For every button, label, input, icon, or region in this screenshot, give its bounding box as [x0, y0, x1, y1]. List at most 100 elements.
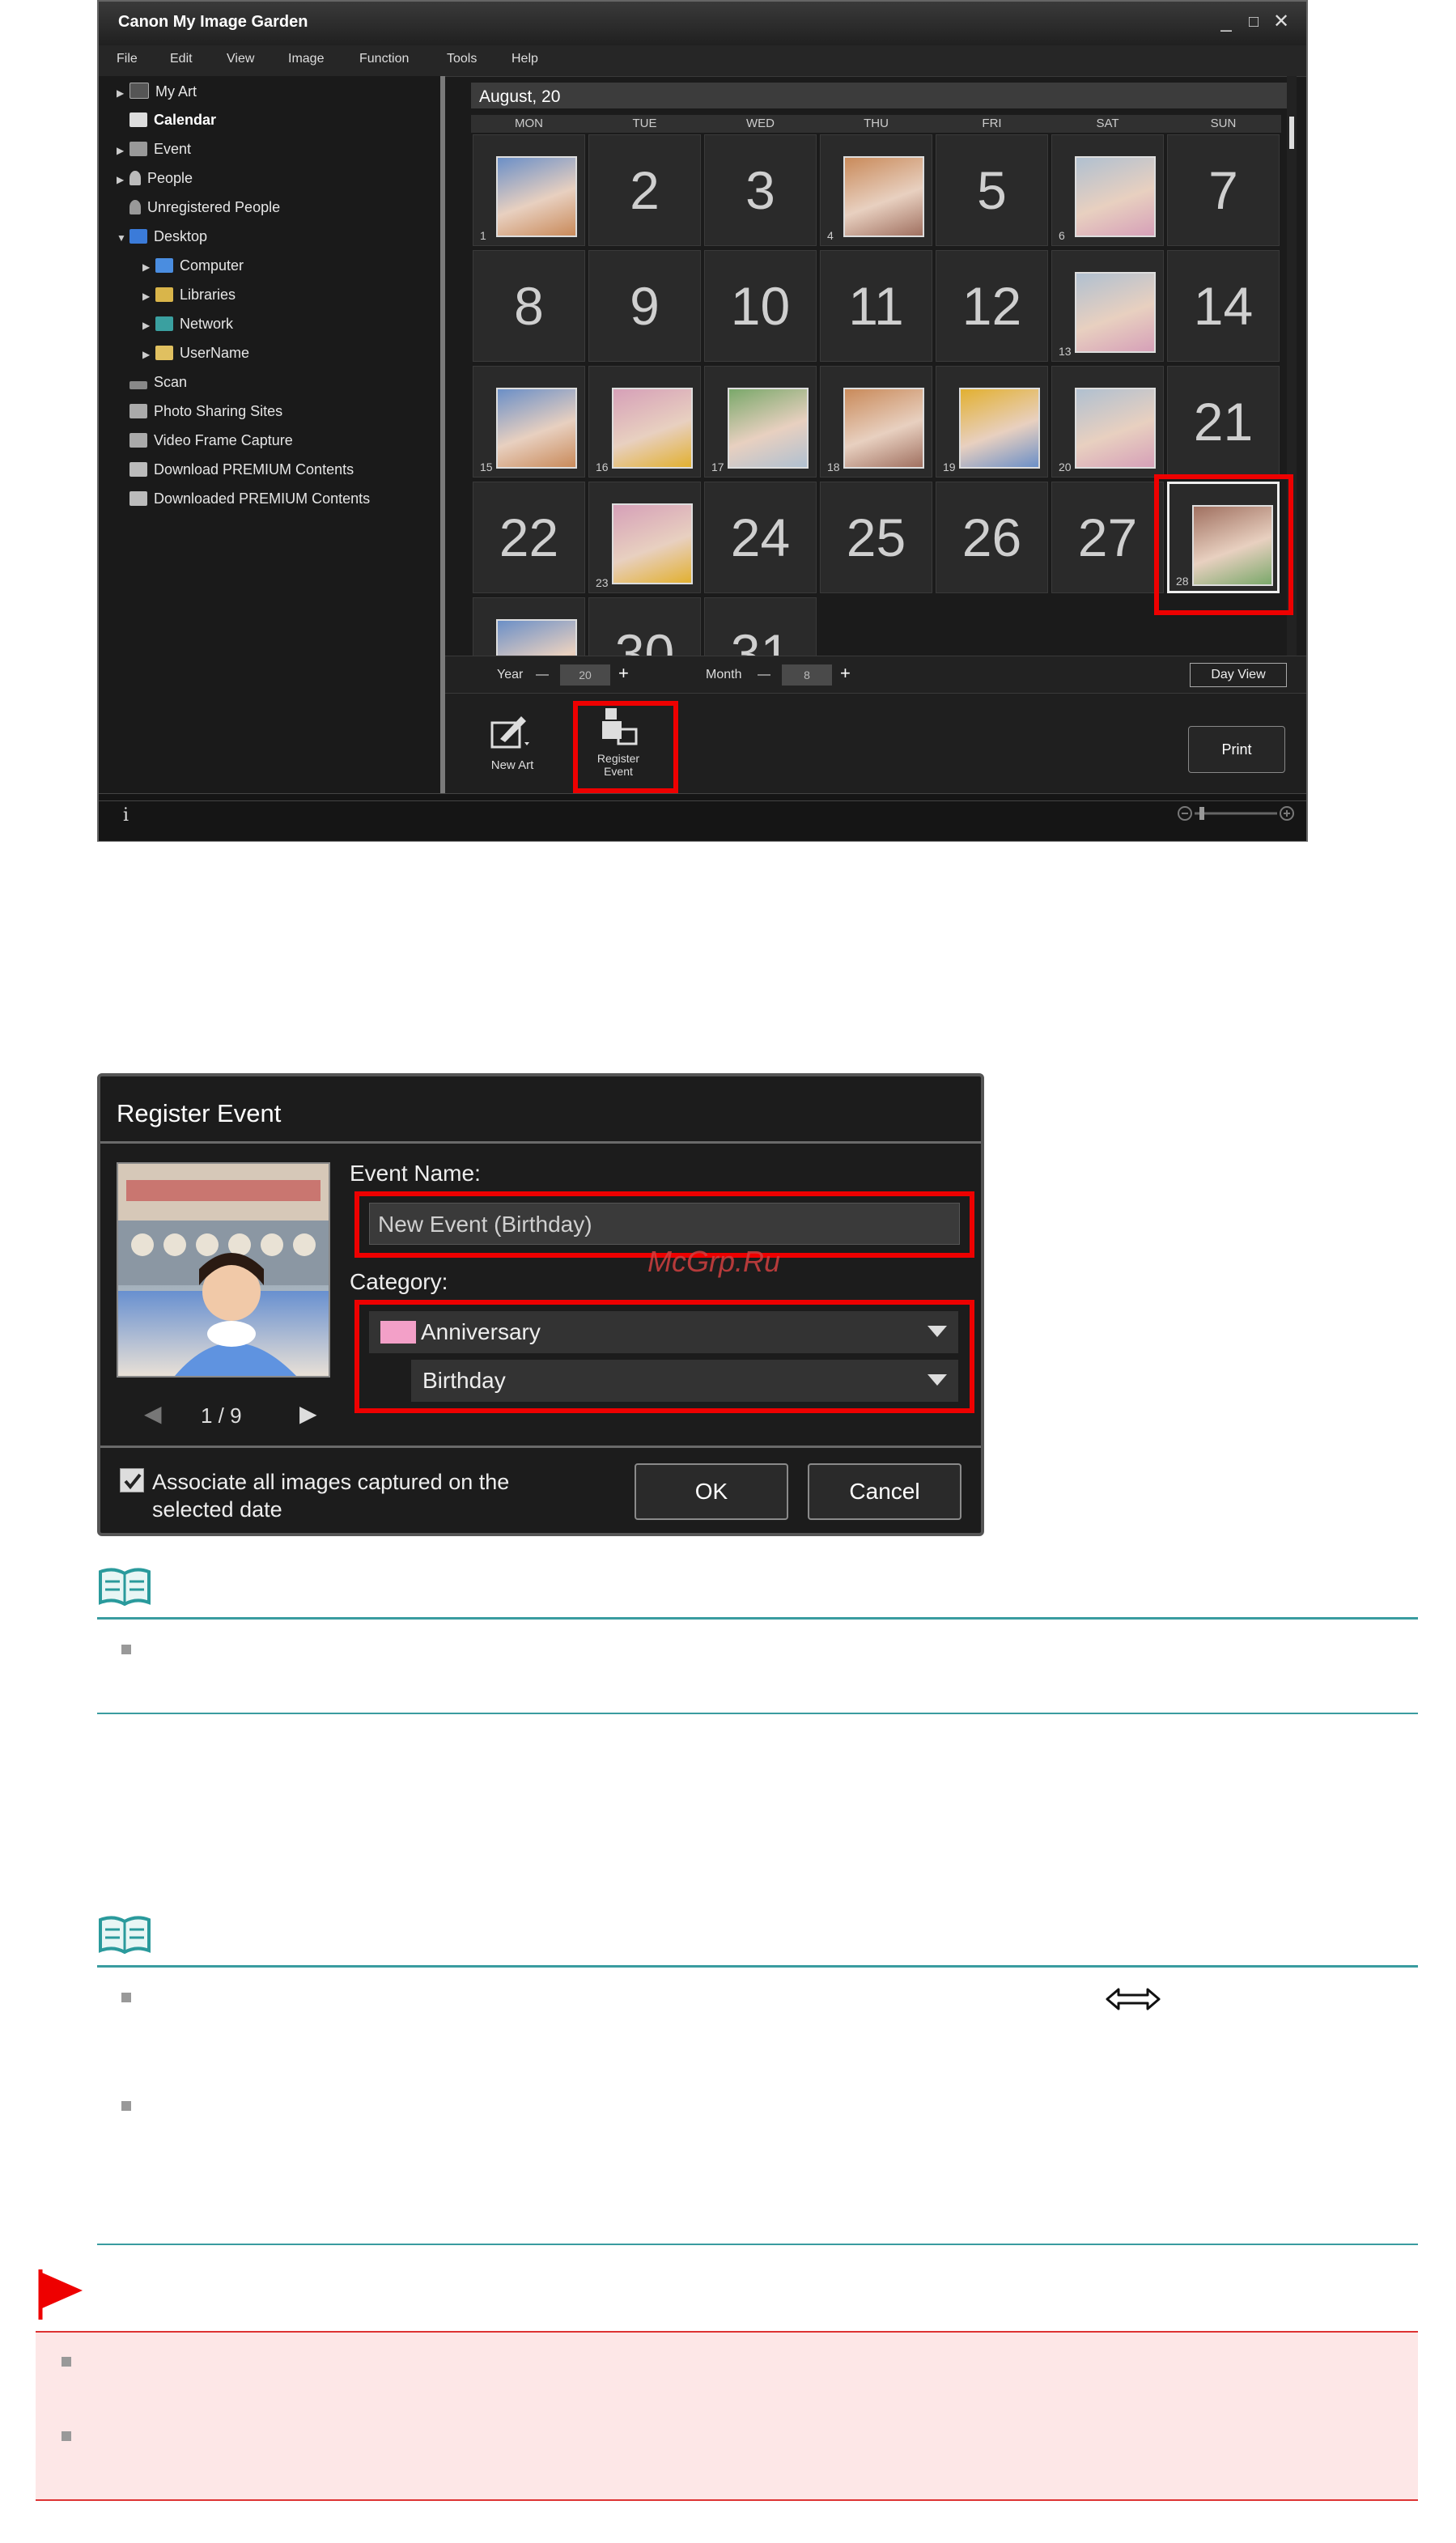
day-view-button[interactable]: Day View — [1190, 663, 1287, 687]
year-increment-button[interactable]: + — [618, 663, 629, 684]
sidebar-item-my-art[interactable]: ▶ My Art — [117, 83, 197, 110]
event-name-label: Event Name: — [350, 1161, 481, 1186]
day-photo-thumbnail[interactable] — [843, 388, 924, 469]
menu-function[interactable]: Function — [359, 52, 409, 66]
calendar-day-6[interactable]: 6 — [1051, 134, 1164, 246]
day-photo-thumbnail[interactable] — [496, 156, 577, 237]
ok-button[interactable]: OK — [635, 1463, 788, 1520]
status-bar: i — [99, 793, 1306, 841]
calendar-day-20[interactable]: 20 — [1051, 366, 1164, 478]
calendar-day-31[interactable]: 31 — [704, 597, 817, 656]
cancel-button[interactable]: Cancel — [808, 1463, 961, 1520]
day-number: 14 — [1193, 276, 1254, 336]
sidebar-item-people[interactable]: ▶ People — [117, 170, 193, 197]
sidebar-item-event[interactable]: ▶ Event — [117, 141, 191, 168]
day-photo-thumbnail[interactable] — [496, 388, 577, 469]
calendar-day-22[interactable]: 22 — [473, 482, 585, 593]
calendar-day-9[interactable]: 9 — [588, 250, 701, 362]
menu-view[interactable]: View — [227, 52, 254, 66]
sidebar-item-unregistered-people[interactable]: Unregistered People — [117, 199, 280, 227]
minimize-button[interactable]: _ — [1214, 10, 1238, 34]
scrollbar-thumb[interactable] — [1289, 117, 1294, 149]
dialog-footer-divider — [100, 1446, 981, 1448]
menu-image[interactable]: Image — [288, 52, 324, 66]
associate-checkbox[interactable] — [120, 1468, 144, 1492]
calendar-day-29[interactable]: 29 — [473, 597, 585, 656]
calendar-day-14[interactable]: 14 — [1167, 250, 1280, 362]
calendar-day-25[interactable]: 25 — [820, 482, 932, 593]
sidebar-item-libraries[interactable]: ▶ Libraries — [142, 287, 236, 314]
day-number: 21 — [1193, 392, 1254, 452]
day-photo-thumbnail[interactable] — [1075, 388, 1156, 469]
caution-bullet — [62, 2431, 71, 2441]
maximize-button[interactable]: □ — [1242, 10, 1266, 34]
calendar-day-11[interactable]: 11 — [820, 250, 932, 362]
sidebar-item-scan[interactable]: Scan — [117, 374, 187, 401]
previous-image-button[interactable]: ◀ — [144, 1400, 162, 1427]
sidebar-item-network[interactable]: ▶ Network — [142, 316, 233, 343]
menu-tools[interactable]: Tools — [447, 52, 477, 66]
sidebar-item-downloaded-premium[interactable]: Downloaded PREMIUM Contents — [117, 490, 370, 518]
month-increment-button[interactable]: + — [840, 663, 851, 684]
sidebar-item-username[interactable]: ▶ UserName — [142, 345, 249, 372]
print-button[interactable]: Print — [1188, 726, 1285, 773]
new-art-button[interactable]: New Art — [478, 708, 547, 781]
month-label: August, 20 — [479, 87, 561, 106]
year-field[interactable]: 20 — [560, 664, 610, 686]
sidebar-item-desktop[interactable]: ▼ Desktop — [117, 228, 207, 256]
day-photo-thumbnail[interactable] — [612, 503, 693, 584]
day-photo-thumbnail[interactable] — [728, 388, 809, 469]
calendar-day-27[interactable]: 27 — [1051, 482, 1164, 593]
year-decrement-button[interactable]: — — [536, 668, 549, 682]
calendar-day-3[interactable]: 3 — [704, 134, 817, 246]
day-photo-thumbnail[interactable] — [496, 619, 577, 656]
calendar-day-7[interactable]: 7 — [1167, 134, 1280, 246]
menu-help[interactable]: Help — [512, 52, 538, 66]
note-book-icon — [99, 1916, 151, 1955]
month-field[interactable]: 8 — [782, 664, 832, 686]
menu-bar: File Edit View Image Function Tools Help — [99, 45, 1306, 77]
calendar-day-30[interactable]: 30 — [588, 597, 701, 656]
calendar-day-26[interactable]: 26 — [936, 482, 1048, 593]
calendar-day-24[interactable]: 24 — [704, 482, 817, 593]
month-decrement-button[interactable]: — — [758, 668, 770, 682]
info-icon[interactable]: i — [123, 805, 129, 826]
menu-file[interactable]: File — [117, 52, 138, 66]
day-photo-thumbnail[interactable] — [1075, 272, 1156, 353]
calendar-day-2[interactable]: 2 — [588, 134, 701, 246]
close-button[interactable]: ✕ — [1269, 10, 1293, 34]
calendar-day-23[interactable]: 23 — [588, 482, 701, 593]
sidebar-item-computer[interactable]: ▶ Computer — [142, 257, 244, 285]
note-rule-bottom — [97, 2244, 1418, 2245]
calendar-day-8[interactable]: 8 — [473, 250, 585, 362]
calendar-day-13[interactable]: 13 — [1051, 250, 1164, 362]
day-photo-thumbnail[interactable] — [612, 388, 693, 469]
calendar-day-12[interactable]: 12 — [936, 250, 1048, 362]
calendar-day-10[interactable]: 10 — [704, 250, 817, 362]
calendar-day-15[interactable]: 15 — [473, 366, 585, 478]
calendar-day-5[interactable]: 5 — [936, 134, 1048, 246]
calendar-day-16[interactable]: 16 — [588, 366, 701, 478]
zoom-slider[interactable] — [1175, 804, 1297, 823]
sidebar: ▶ My Art Calendar ▶ Event ▶ People Unregist… — [99, 76, 442, 793]
sidebar-item-photo-sharing-sites[interactable]: Photo Sharing Sites — [117, 403, 282, 431]
sidebar-item-download-premium[interactable]: Download PREMIUM Contents — [117, 461, 354, 489]
calendar-day-17[interactable]: 17 — [704, 366, 817, 478]
menu-edit[interactable]: Edit — [170, 52, 193, 66]
day-photo-thumbnail[interactable] — [843, 156, 924, 237]
day-number: 6 — [1059, 229, 1065, 242]
day-number: 12 — [961, 276, 1022, 336]
next-image-button[interactable]: ▶ — [299, 1400, 317, 1427]
calendar-day-21[interactable]: 21 — [1167, 366, 1280, 478]
calendar-day-18[interactable]: 18 — [820, 366, 932, 478]
day-number: 13 — [1059, 345, 1072, 358]
note-book-icon — [99, 1568, 151, 1607]
calendar-day-4[interactable]: 4 — [820, 134, 932, 246]
weekday-thu: THU — [818, 115, 934, 133]
calendar-day-19[interactable]: 19 — [936, 366, 1048, 478]
calendar-day-1[interactable]: 1 — [473, 134, 585, 246]
sidebar-item-calendar[interactable]: Calendar — [117, 112, 216, 139]
sidebar-item-video-frame-capture[interactable]: Video Frame Capture — [117, 432, 293, 460]
day-photo-thumbnail[interactable] — [959, 388, 1040, 469]
day-photo-thumbnail[interactable] — [1075, 156, 1156, 237]
